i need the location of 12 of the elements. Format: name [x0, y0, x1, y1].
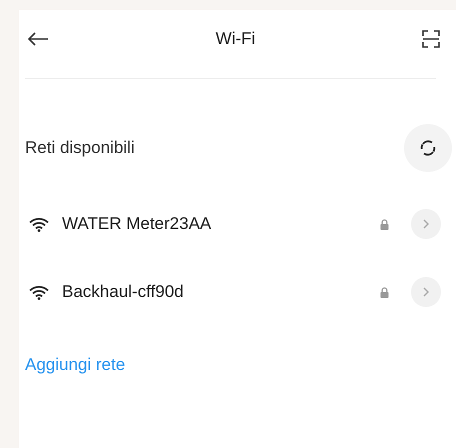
scan-icon[interactable] [422, 30, 440, 48]
refresh-icon [420, 140, 436, 156]
chevron-right-icon [423, 287, 429, 297]
screen-title: Wi-Fi [216, 28, 256, 50]
chevron-right-icon [423, 219, 429, 229]
network-name[interactable]: WATER Meter23AA [62, 211, 380, 237]
refresh-button[interactable] [404, 124, 452, 172]
network-name[interactable]: Backhaul-cff90d [62, 279, 380, 305]
back-arrow-icon[interactable] [27, 32, 49, 46]
wifi-icon [29, 216, 49, 232]
section-title: Reti disponibili [25, 137, 135, 160]
wifi-icon [29, 284, 49, 300]
